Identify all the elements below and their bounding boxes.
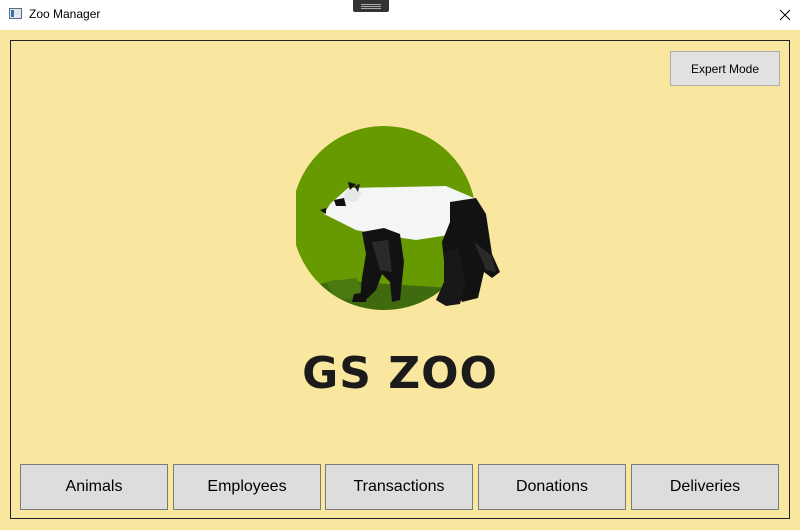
panda-logo [296,126,500,310]
brand-title: GS ZOO [302,348,498,399]
animals-button[interactable]: Animals [20,464,168,510]
donations-button[interactable]: Donations [478,464,626,510]
app-window-icon [9,8,22,19]
employees-button[interactable]: Employees [173,464,321,510]
close-icon [779,9,791,21]
main-panel: Expert Mode GS ZOO Animals Employees Tra… [0,30,800,530]
bottom-nav: Animals Employees Transactions Donations… [20,464,780,510]
deliveries-button[interactable]: Deliveries [631,464,779,510]
window-title: Zoo Manager [29,7,101,21]
close-button[interactable] [770,0,800,30]
window-drag-handle[interactable] [353,0,389,12]
title-bar: Zoo Manager [0,0,800,30]
expert-mode-button[interactable]: Expert Mode [670,51,780,86]
transactions-button[interactable]: Transactions [325,464,473,510]
